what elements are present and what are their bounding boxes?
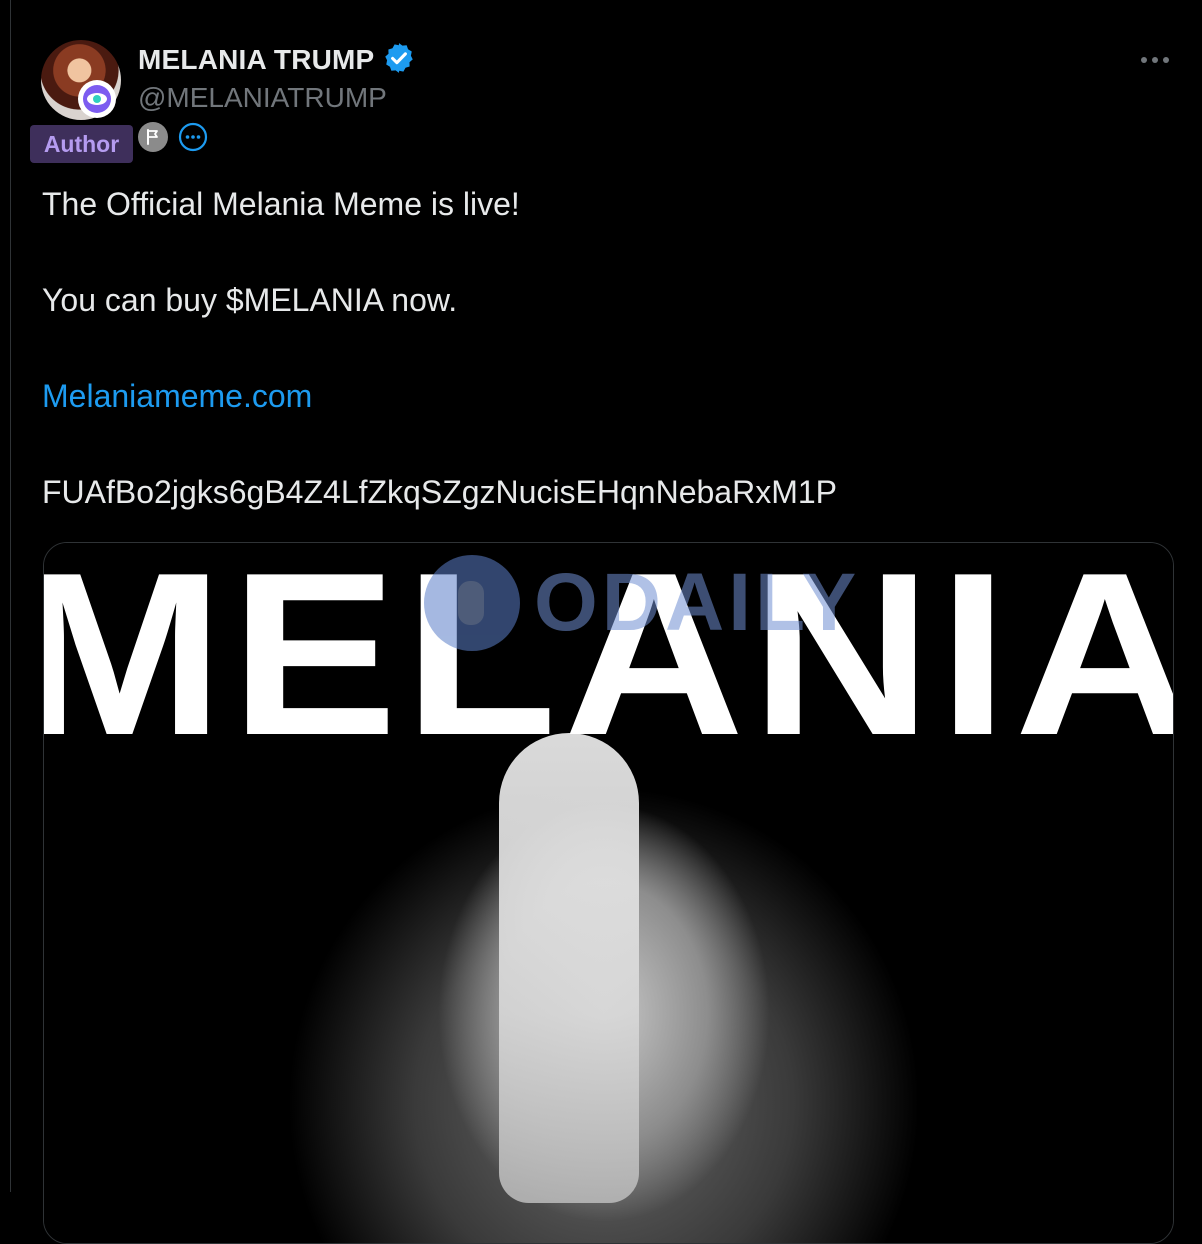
verified-badge-icon	[382, 41, 416, 80]
eye-badge-icon	[78, 80, 116, 118]
display-name[interactable]: MELANIA TRUMP	[138, 44, 374, 76]
tweet-line-2: You can buy $MELANIA now.	[42, 282, 458, 318]
more-options-icon[interactable]	[1138, 46, 1172, 74]
watermark-logo-icon	[424, 555, 520, 651]
tweet-link[interactable]: Melaniameme.com	[42, 378, 312, 415]
thread-line	[10, 0, 11, 1192]
watermark: ODAILY	[424, 555, 860, 651]
author-badge: Author	[30, 125, 133, 163]
author-name-row: MELANIA TRUMP	[138, 40, 416, 80]
watermark-text: ODAILY	[534, 557, 861, 648]
tweet-media[interactable]: MELANIA ODAILY	[43, 542, 1174, 1244]
flag-icon[interactable]	[138, 122, 168, 152]
contract-address: FUAfBo2jgks6gB4Z4LfZkqSZgzNucisEHqnNebaR…	[42, 474, 837, 510]
handle[interactable]: @MELANIATRUMP	[138, 82, 387, 114]
dots-circle-icon[interactable]	[178, 122, 208, 152]
tweet-line-1: The Official Melania Meme is live!	[42, 186, 520, 222]
photo-hands	[499, 733, 639, 1203]
